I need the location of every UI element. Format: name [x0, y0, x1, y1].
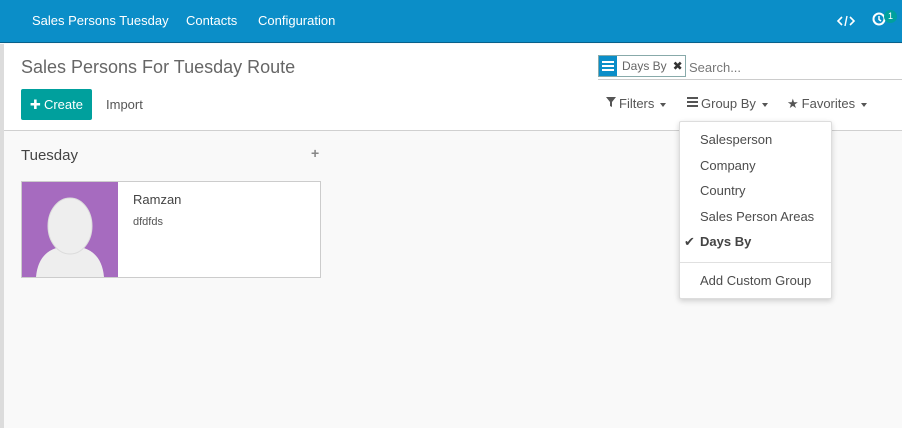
plus-icon: ✚: [30, 97, 41, 112]
groupby-option-days-by[interactable]: ✔ Days By: [684, 232, 752, 252]
menu-contacts[interactable]: Contacts: [186, 0, 237, 42]
dropdown-divider: [680, 262, 831, 263]
search-input[interactable]: [689, 58, 899, 76]
star-icon: ★: [787, 96, 799, 111]
list-icon: [687, 95, 698, 113]
activity-count-badge: 1: [884, 10, 897, 23]
code-icon[interactable]: [836, 0, 856, 42]
page-title: Sales Persons For Tuesday Route: [21, 57, 296, 77]
kanban-column-title: Tuesday: [21, 147, 78, 164]
menu-configuration[interactable]: Configuration: [258, 0, 335, 42]
create-label: Create: [43, 97, 83, 112]
card-name: Ramzan: [133, 192, 182, 207]
chevron-down-icon: [861, 102, 868, 107]
option-label: Days By: [700, 234, 752, 249]
option-label: Company: [700, 158, 756, 173]
top-navbar: Sales Persons Tuesday Contacts Configura…: [0, 0, 902, 43]
favorites-button[interactable]: ★ Favorites: [787, 95, 868, 113]
search-facet[interactable]: Days By ✖: [598, 55, 686, 77]
group-by-label: Group By: [701, 96, 756, 111]
card-subtitle: dfdfds: [133, 216, 163, 228]
chevron-down-icon: [660, 102, 667, 107]
column-add-button[interactable]: +: [311, 145, 319, 161]
control-panel: Sales Persons For Tuesday Route ✚ Create …: [4, 44, 902, 131]
app-name-link[interactable]: Sales Persons Tuesday: [32, 0, 169, 42]
chevron-down-icon: [761, 102, 768, 107]
create-button[interactable]: ✚ Create: [21, 89, 92, 120]
filters-label: Filters: [619, 96, 655, 111]
group-by-icon: [599, 56, 617, 76]
filter-icon: [606, 95, 616, 113]
search-box: Days By ✖: [598, 54, 902, 80]
add-custom-group-button[interactable]: Add Custom Group: [700, 271, 811, 291]
favorites-label: Favorites: [801, 96, 856, 111]
checkmark-icon: ✔: [684, 234, 695, 249]
avatar: [22, 182, 118, 277]
groupby-option-salesperson[interactable]: Salesperson: [700, 130, 772, 150]
filters-button[interactable]: Filters: [606, 95, 667, 113]
option-label: Country: [700, 183, 746, 198]
groupby-option-sales-person-areas[interactable]: Sales Person Areas: [700, 207, 814, 227]
option-label: Sales Person Areas: [700, 209, 815, 224]
option-label: Add Custom Group: [700, 273, 812, 288]
kanban-card[interactable]: Ramzan dfdfds: [21, 181, 321, 278]
option-label: Salesperson: [700, 132, 773, 147]
group-by-dropdown: Salesperson Company Country Sales Person…: [679, 121, 832, 299]
facet-label: Days By: [622, 59, 667, 73]
close-icon[interactable]: ✖: [671, 59, 685, 73]
groupby-option-company[interactable]: Company: [700, 156, 756, 176]
import-button[interactable]: Import: [106, 89, 143, 120]
groupby-option-country[interactable]: Country: [700, 181, 746, 201]
group-by-button[interactable]: Group By: [687, 95, 768, 113]
